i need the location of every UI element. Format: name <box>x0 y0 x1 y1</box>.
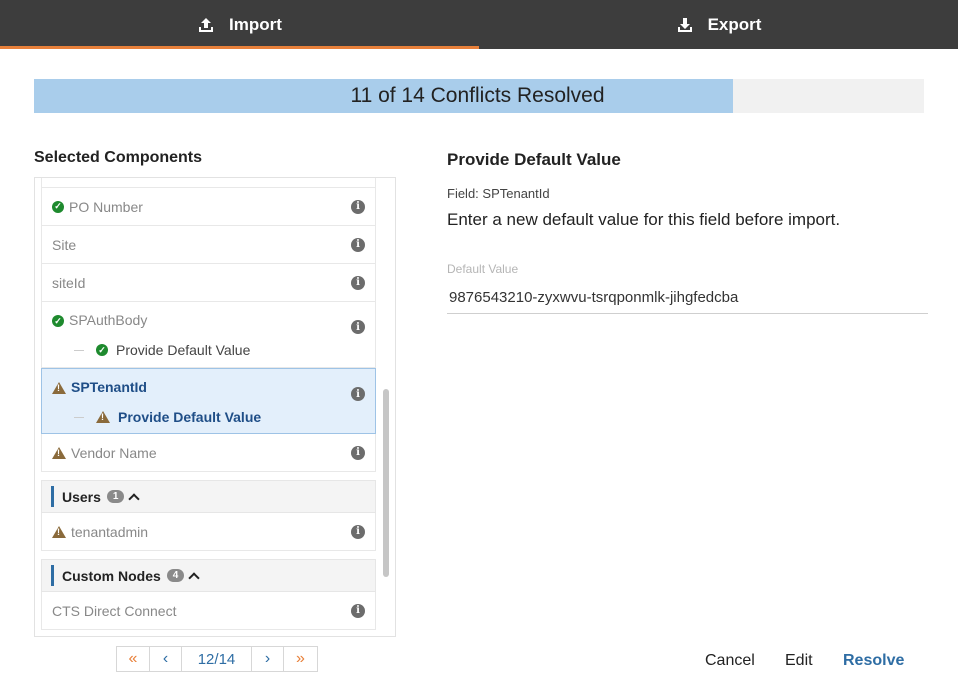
conflict-title: Provide Default Value <box>447 150 621 169</box>
check-circle-icon: ✓ <box>96 344 108 356</box>
component-row-sptenantid[interactable]: SPTenantId i Provide Default Value <box>41 368 376 434</box>
tree-connector <box>74 416 84 418</box>
conflicts-progress-bar: 11 of 14 Conflicts Resolved <box>34 79 924 113</box>
field-name: Field: SPTenantId <box>447 186 550 201</box>
tab-import[interactable]: Import <box>0 0 479 49</box>
top-tab-bar: Import Export <box>0 0 958 49</box>
resolve-button[interactable]: Resolve <box>843 652 904 670</box>
info-icon[interactable]: i <box>351 275 365 290</box>
group-label: Custom Nodes <box>62 567 161 584</box>
list-scrollbar[interactable] <box>383 389 389 577</box>
conflict-description: Enter a new default value for this field… <box>447 210 841 229</box>
info-icon[interactable]: i <box>351 320 365 334</box>
tab-export[interactable]: Export <box>479 0 958 49</box>
conflict-label: Provide Default Value <box>116 342 251 358</box>
prev-page-button[interactable]: ‹ <box>150 646 182 672</box>
group-label: Users <box>62 488 101 505</box>
list-top-spacer <box>41 178 376 188</box>
tree-connector <box>74 349 84 351</box>
page-indicator: 12/14 <box>182 646 252 672</box>
component-label: SPTenantId <box>71 379 147 395</box>
pagination: « ‹ 12/14 › » <box>116 646 318 672</box>
info-icon[interactable]: i <box>351 524 365 539</box>
last-page-button[interactable]: » <box>284 646 318 672</box>
warning-icon <box>96 411 110 423</box>
chevron-up-icon[interactable] <box>188 572 201 584</box>
upload-icon <box>199 17 214 32</box>
warning-icon <box>52 446 66 459</box>
group-header-custom-nodes[interactable]: Custom Nodes 4 <box>41 559 376 592</box>
component-label: Site <box>52 236 77 253</box>
component-label: tenantadmin <box>71 523 149 540</box>
conflict-subitem[interactable]: Provide Default Value <box>74 409 261 425</box>
component-row-vendor-name[interactable]: Vendor Name i <box>41 434 376 472</box>
info-icon[interactable]: i <box>351 237 365 252</box>
info-icon[interactable]: i <box>351 199 365 214</box>
conflict-subitem[interactable]: ✓ Provide Default Value <box>74 342 250 358</box>
group-header-users[interactable]: Users 1 <box>41 480 376 513</box>
tab-export-label: Export <box>707 14 762 34</box>
default-value-label: Default Value <box>447 262 519 276</box>
download-icon <box>677 17 692 32</box>
components-list: ✓ PO Number i Site i siteId i ✓ SPAuthBo… <box>34 177 396 637</box>
component-row-spauthbody[interactable]: ✓ SPAuthBody i ✓ Provide Default Value <box>41 302 376 368</box>
component-row-cts-direct-connect[interactable]: CTS Direct Connect i <box>41 592 376 630</box>
component-row-tenantadmin[interactable]: tenantadmin i <box>41 513 376 551</box>
selected-components-title: Selected Components <box>34 149 203 166</box>
component-row-po-number[interactable]: ✓ PO Number i <box>41 188 376 226</box>
component-label: siteId <box>52 274 86 291</box>
component-label: CTS Direct Connect <box>52 602 177 619</box>
check-circle-icon: ✓ <box>52 200 64 213</box>
tab-import-label: Import <box>229 14 282 34</box>
progress-text: 11 of 14 Conflicts Resolved <box>350 84 605 107</box>
next-page-button[interactable]: › <box>252 646 284 672</box>
cancel-button[interactable]: Cancel <box>705 652 755 670</box>
component-label: Vendor Name <box>71 444 157 461</box>
first-page-button[interactable]: « <box>116 646 150 672</box>
component-row-siteid[interactable]: siteId i <box>41 264 376 302</box>
count-badge: 1 <box>106 490 125 503</box>
conflict-label: Provide Default Value <box>118 409 262 425</box>
warning-icon <box>52 382 66 394</box>
default-value-input[interactable] <box>447 282 928 314</box>
info-icon[interactable]: i <box>351 445 365 460</box>
component-label: PO Number <box>69 198 143 215</box>
component-row-site[interactable]: Site i <box>41 226 376 264</box>
edit-button[interactable]: Edit <box>785 652 813 670</box>
info-icon[interactable]: i <box>351 603 365 618</box>
check-circle-icon: ✓ <box>52 315 64 327</box>
warning-icon <box>52 525 66 538</box>
component-label: SPAuthBody <box>69 312 148 328</box>
count-badge: 4 <box>166 569 185 582</box>
chevron-up-icon[interactable] <box>128 493 141 505</box>
info-icon[interactable]: i <box>351 387 365 401</box>
